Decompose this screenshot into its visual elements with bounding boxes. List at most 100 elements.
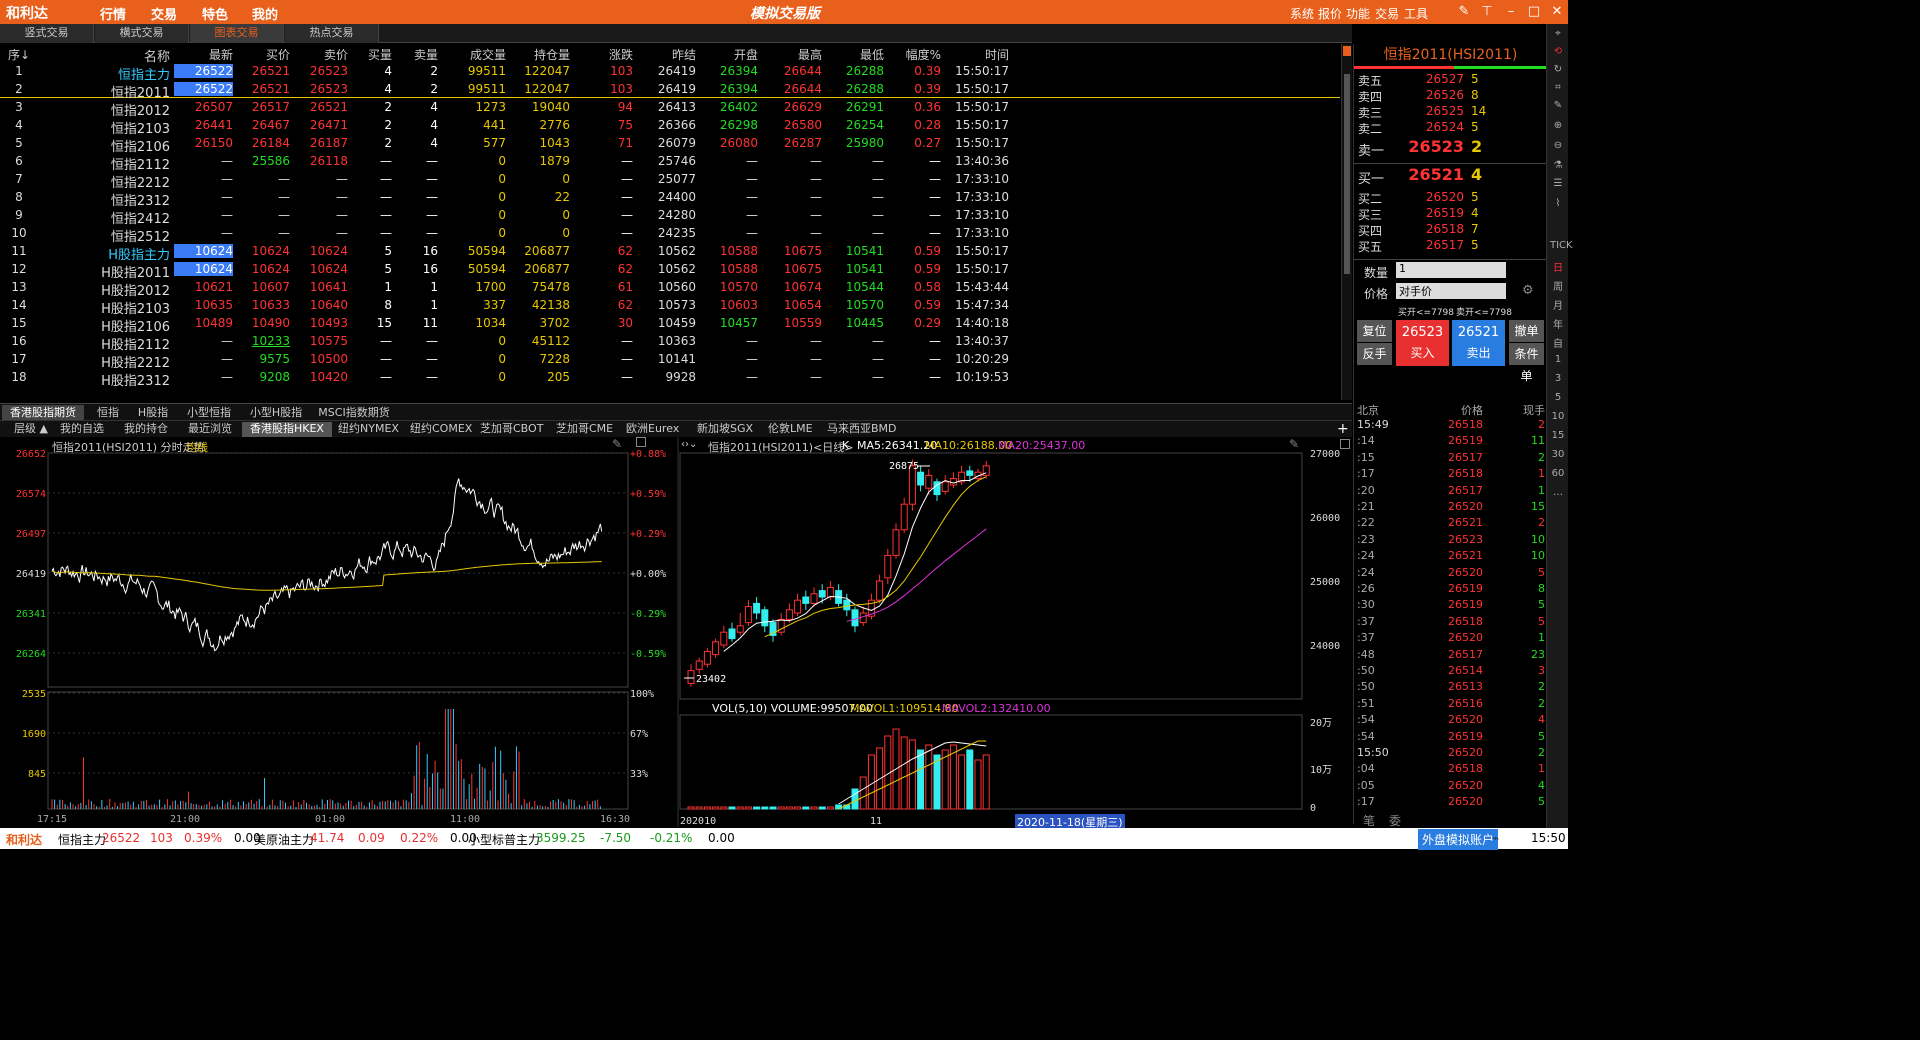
col-bid-qty[interactable]: 买量 <box>350 46 392 63</box>
cat-tab-mini-hhi[interactable]: 小型H股指 <box>244 405 308 421</box>
account-badge[interactable]: 外盘模拟账户 <box>1418 829 1499 850</box>
status-item-0[interactable]: 美原油主力 <box>254 831 314 848</box>
exchange-tab-1[interactable]: 我的自选 <box>60 422 104 437</box>
tab-vertical-trade[interactable]: 竖式交易 <box>0 24 94 43</box>
exchange-tab-0[interactable]: 层级 ▲ <box>14 422 48 437</box>
col-ask-qty[interactable]: 卖量 <box>395 46 438 63</box>
table-row[interactable]: 4 恒指2103 26441 26467 26471 2 4 441 2776 75 26366 26… <box>0 116 1340 137</box>
col-change[interactable]: 涨跌 <box>575 46 633 63</box>
col-ask[interactable]: 卖价 <box>294 46 348 63</box>
menu-tools[interactable]: 工具 <box>1404 5 1428 22</box>
cat-tab-hhi[interactable]: H股指 <box>130 405 176 421</box>
exchange-tab-12[interactable]: 马来西亚BMD <box>827 422 897 437</box>
intraday-edit-icon[interactable]: ✎ <box>612 437 622 451</box>
col-low[interactable]: 最低 <box>826 46 884 63</box>
ask-level[interactable]: 卖一 26523 2 <box>1354 137 1547 159</box>
menu-trade[interactable]: 交易 <box>151 4 177 23</box>
period-4[interactable]: 年 <box>1550 316 1566 331</box>
add-tab-icon[interactable]: + <box>1337 421 1349 437</box>
table-row[interactable]: 5 恒指2106 26150 26184 26187 2 4 577 1043 71 26079 26… <box>0 134 1340 155</box>
menu-function[interactable]: 功能 <box>1346 5 1370 22</box>
exchange-tab-7[interactable]: 芝加哥CBOT <box>480 422 543 437</box>
table-row[interactable]: 18 H股指2312 — 9208 10420 — — 0 205 — 9928 — — — — 10:19:… <box>0 368 1340 389</box>
menu-quote[interactable]: 报价 <box>1318 5 1342 22</box>
cat-tab-hk-index-futures[interactable]: 香港股指期货 <box>2 405 84 421</box>
period-11[interactable]: 30 <box>1550 449 1566 460</box>
conditional-order-button[interactable]: 条件单 <box>1509 343 1544 383</box>
cat-tab-mini-hsi[interactable]: 小型恒指 <box>180 405 238 421</box>
col-open[interactable]: 开盘 <box>700 46 758 63</box>
table-row[interactable]: 3 恒指2012 26507 26517 26521 2 4 1273 19040 94 26413… <box>0 98 1340 119</box>
table-row[interactable]: 9 恒指2412— — — — —0 0—24280— — — —17:33:10 <box>0 206 1340 227</box>
table-row[interactable]: 2 恒指2011 26522 26521 26523 4 2 99511 122047 103 26… <box>0 80 1340 101</box>
intraday-maximize-icon[interactable] <box>636 437 646 447</box>
col-high[interactable]: 最高 <box>762 46 822 63</box>
menu-special[interactable]: 特色 <box>202 4 228 23</box>
indicator-icon[interactable]: ⌇ <box>1550 198 1566 209</box>
col-last[interactable]: 最新 <box>174 46 233 63</box>
skin-icon[interactable]: ✎ <box>1456 4 1472 19</box>
kline-edit-icon[interactable]: ✎ <box>1289 437 1299 451</box>
period-13[interactable]: … <box>1550 487 1566 498</box>
table-row[interactable]: 8 恒指2312— — — — —0 22—24400— — — —17:33:10 <box>0 188 1340 209</box>
crop-icon[interactable]: ⌗ <box>1550 82 1566 93</box>
menu-system[interactable]: 系统 <box>1290 5 1314 22</box>
period-3[interactable]: 月 <box>1550 297 1566 312</box>
cancel-order-button[interactable]: 撤单 <box>1509 320 1544 342</box>
period-8[interactable]: 5 <box>1550 392 1566 403</box>
tick-tab-trades[interactable]: 笔 <box>1363 812 1375 829</box>
ask-level[interactable]: 卖五 26527 5 <box>1354 72 1547 88</box>
exchange-tab-10[interactable]: 新加坡SGX <box>697 422 753 437</box>
status-item-0[interactable]: 小型标普主力 <box>468 831 540 848</box>
exchange-tab-6[interactable]: 纽约COMEX <box>410 422 472 437</box>
close-icon[interactable]: ✕ <box>1549 4 1565 19</box>
sell-button[interactable]: 26521 卖出 <box>1452 320 1505 366</box>
period-6[interactable]: 1 <box>1550 354 1566 365</box>
sync-icon[interactable]: ↻ <box>1550 64 1566 75</box>
col-open-interest[interactable]: 持仓量 <box>510 46 570 63</box>
period-2[interactable]: 周 <box>1550 278 1566 293</box>
cat-tab-hsi[interactable]: 恒指 <box>88 405 128 421</box>
minimize-icon[interactable]: – <box>1503 4 1519 19</box>
ask-level[interactable]: 卖二 26524 5 <box>1354 120 1547 136</box>
tick-tab-orders[interactable]: 委 <box>1389 812 1401 829</box>
period-12[interactable]: 60 <box>1550 468 1566 479</box>
settings-gear-icon[interactable]: ⚙ <box>1522 283 1534 298</box>
col-prev-settle[interactable]: 昨结 <box>636 46 696 63</box>
exchange-tab-4[interactable]: 香港股指HKEX <box>242 422 332 437</box>
period-0[interactable]: TICK <box>1550 240 1573 251</box>
bid-level[interactable]: 买一 26521 4 <box>1354 165 1547 187</box>
bid-level[interactable]: 买四 26518 7 <box>1354 222 1547 238</box>
exchange-tab-2[interactable]: 我的持仓 <box>124 422 168 437</box>
table-row[interactable]: 11 H股指主力 10624 10624 10624 5 16 50594 206877 62 10… <box>0 242 1340 263</box>
table-row[interactable]: 7 恒指2212— — — — —0 0—25077— — — —17:33:10 <box>0 170 1340 191</box>
exchange-tab-5[interactable]: 纽约NYMEX <box>338 422 399 437</box>
table-row[interactable]: 1 恒指主力 26522 26521 26523 4 2 99511 122047 103 2641… <box>0 62 1340 83</box>
table-row[interactable]: 14 H股指2103 10635 10633 10640 8 1 337 42138 62 1057… <box>0 296 1340 317</box>
kline-nav-icons[interactable]: ‹›⌄ <box>681 439 697 450</box>
period-5[interactable]: 自 <box>1550 335 1566 350</box>
tab-hot-trade[interactable]: 热点交易 <box>285 24 379 43</box>
period-10[interactable]: 15 <box>1550 430 1566 441</box>
draw-icon[interactable]: ✎ <box>1550 100 1566 111</box>
cursor-icon[interactable]: ⌖ <box>1550 28 1566 39</box>
table-scrollbar[interactable] <box>1341 44 1352 400</box>
exchange-tab-9[interactable]: 欧洲Eurex <box>626 422 679 437</box>
col-pct[interactable]: 幅度% <box>888 46 941 63</box>
tab-horizontal-trade[interactable]: 横式交易 <box>95 24 189 43</box>
zoom-in-icon[interactable]: ⊕ <box>1550 120 1566 131</box>
status-item-0[interactable]: 恒指主力 <box>58 831 106 848</box>
period-7[interactable]: 3 <box>1550 373 1566 384</box>
table-row[interactable]: 16 H股指2112—10233 10575— —0 45112—10363— — — —13… <box>0 332 1340 353</box>
col-index[interactable]: 序↓ <box>4 46 34 63</box>
bid-level[interactable]: 买五 26517 5 <box>1354 238 1547 254</box>
col-bid[interactable]: 买价 <box>236 46 290 63</box>
col-time[interactable]: 时间 <box>945 46 1009 63</box>
table-row[interactable]: 10 恒指2512— — — — —0 0—24235— — — —17:33:10 <box>0 224 1340 245</box>
bid-level[interactable]: 买二 26520 5 <box>1354 190 1547 206</box>
qty-input[interactable]: 1 <box>1396 262 1506 278</box>
buy-button[interactable]: 26523 买入 <box>1396 320 1449 366</box>
menu-market[interactable]: 行情 <box>100 4 126 23</box>
bid-level[interactable]: 买三 26519 4 <box>1354 206 1547 222</box>
cat-tab-msci[interactable]: MSCI指数期货 <box>314 405 394 421</box>
